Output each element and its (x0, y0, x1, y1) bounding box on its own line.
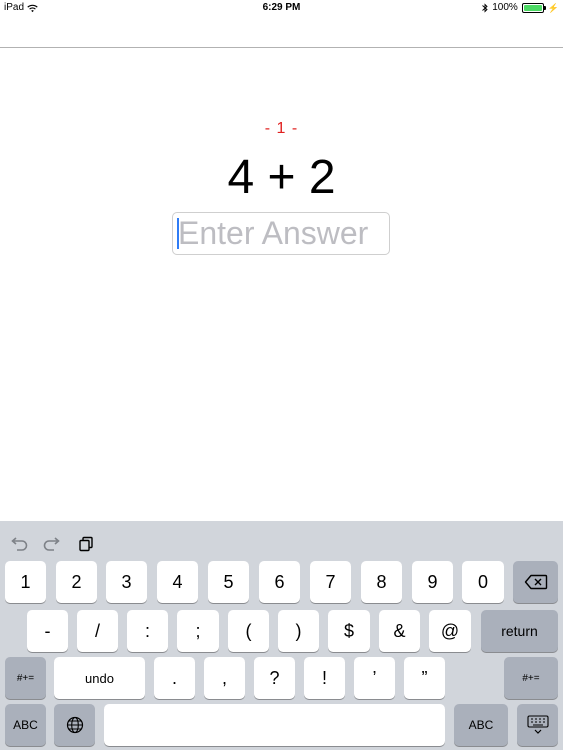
key-7[interactable]: 7 (310, 561, 351, 603)
undo-arrow-icon[interactable] (8, 534, 30, 554)
key-exclamation[interactable]: ! (304, 657, 345, 699)
status-bar: iPad 6:29 PM 100% ⚡ (0, 0, 563, 16)
math-question: 4 + 2 (227, 151, 336, 204)
key-dollar[interactable]: $ (328, 610, 370, 652)
keyboard-dismiss-icon (526, 715, 549, 734)
key-close-paren[interactable]: ) (278, 610, 319, 652)
delete-button[interactable] (513, 561, 558, 603)
key-period[interactable]: . (154, 657, 195, 699)
more-symbols-button-right[interactable]: #+= (504, 657, 558, 699)
battery-percent: 100% (492, 2, 518, 13)
bluetooth-icon (482, 3, 488, 13)
return-button[interactable]: return (481, 610, 558, 652)
key-question[interactable]: ? (254, 657, 295, 699)
key-9[interactable]: 9 (412, 561, 453, 603)
key-8[interactable]: 8 (361, 561, 402, 603)
key-3[interactable]: 3 (106, 561, 147, 603)
abc-button-right[interactable]: ABC (454, 704, 508, 746)
key-1[interactable]: 1 (5, 561, 46, 603)
key-5[interactable]: 5 (208, 561, 249, 603)
charging-icon: ⚡ (547, 3, 559, 13)
key-apostrophe[interactable]: ’ (354, 657, 395, 699)
status-right: 100% ⚡ (482, 0, 559, 16)
key-comma[interactable]: , (204, 657, 245, 699)
key-ampersand[interactable]: & (379, 610, 420, 652)
globe-button[interactable] (54, 704, 95, 746)
space-bar[interactable] (104, 704, 445, 746)
abc-button-left[interactable]: ABC (5, 704, 46, 746)
redo-arrow-icon[interactable] (41, 534, 63, 554)
clipboard-icon[interactable] (75, 534, 97, 554)
key-open-paren[interactable]: ( (228, 610, 269, 652)
key-at[interactable]: @ (429, 610, 471, 652)
shortcut-bar (0, 521, 563, 561)
globe-icon (66, 716, 83, 734)
status-time: 6:29 PM (262, 2, 301, 13)
battery-icon (521, 3, 546, 13)
key-0[interactable]: 0 (462, 561, 504, 603)
answer-input[interactable] (172, 212, 390, 255)
key-slash[interactable]: / (77, 610, 118, 652)
key-2[interactable]: 2 (56, 561, 97, 603)
backspace-icon (524, 574, 547, 590)
key-quote[interactable]: ” (404, 657, 445, 699)
key-semicolon[interactable]: ; (177, 610, 219, 652)
navigation-bar (0, 16, 563, 48)
key-undo[interactable]: undo (54, 657, 145, 699)
more-symbols-button-left[interactable]: #+= (5, 657, 46, 699)
key-colon[interactable]: : (127, 610, 168, 652)
key-4[interactable]: 4 (157, 561, 198, 603)
text-cursor (177, 218, 179, 249)
numeric-keyboard: 1 2 3 4 5 6 7 8 9 0 - / : ; ( ) $ & @ re… (0, 521, 563, 750)
key-6[interactable]: 6 (259, 561, 300, 603)
dismiss-keyboard-button[interactable] (517, 704, 558, 746)
question-counter: - 1 - (264, 120, 299, 137)
key-hyphen[interactable]: - (27, 610, 68, 652)
